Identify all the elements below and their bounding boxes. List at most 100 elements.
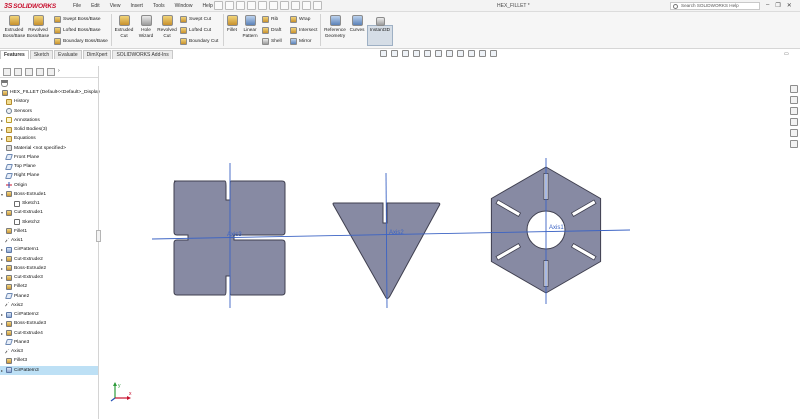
tree-item[interactable]: Top Plane [0, 162, 98, 171]
custom-properties-icon[interactable] [790, 140, 798, 148]
intersect-button[interactable]: Intersect [290, 27, 317, 34]
view-palette-icon[interactable] [790, 118, 798, 126]
expand-toggle-icon[interactable]: ▸ [1, 319, 3, 328]
menu-help[interactable]: Help [202, 3, 212, 9]
mirror-button[interactable]: Mirror [290, 38, 312, 45]
extruded-boss-button[interactable]: Extruded Boss/Base [2, 15, 26, 38]
tree-root[interactable]: HEX_FILLET (Default<<Default>_Display [0, 88, 100, 97]
tree-item[interactable]: Axis3 [0, 347, 98, 356]
minimize-button[interactable]: – [766, 2, 769, 9]
extruded-cut-button[interactable]: Extruded Cut [113, 15, 135, 38]
design-library-icon[interactable] [790, 96, 798, 104]
draft-button[interactable]: Draft [262, 27, 281, 34]
expand-toggle-icon[interactable]: ▸ [1, 329, 3, 338]
appearances-icon[interactable] [790, 129, 798, 137]
save-icon[interactable] [247, 1, 256, 10]
tree-item[interactable]: ▸ Annotations [0, 116, 98, 125]
instant3d-button[interactable]: Instant3D [368, 17, 392, 33]
menu-insert[interactable]: Insert [130, 3, 143, 9]
tree-item[interactable]: ▸ Cut-Extrude2 [0, 255, 98, 264]
help-search-input[interactable]: Search SOLIDWORKS Help [670, 2, 760, 10]
tree-item[interactable]: Axis2 [0, 301, 98, 310]
tree-item[interactable]: Axis1 [0, 236, 98, 245]
expand-toggle-icon[interactable]: ▸ [1, 366, 3, 375]
options-icon[interactable] [313, 1, 322, 10]
curves-button[interactable]: Curves [348, 15, 366, 33]
panel-splitter[interactable] [98, 66, 99, 419]
linear-pattern-button[interactable]: Linear Pattern [240, 15, 260, 38]
propertymanager-tab-icon[interactable] [14, 68, 22, 76]
rebuild-icon[interactable] [291, 1, 300, 10]
expand-toggle-icon[interactable]: ▸ [1, 273, 3, 282]
filter-icon[interactable] [1, 80, 8, 87]
expand-toggle-icon[interactable]: ▸ [1, 116, 3, 125]
tree-item[interactable]: ▸ CirPattern1 [0, 245, 98, 254]
dynamic-annotation-icon[interactable] [424, 50, 431, 57]
boundary-cut-button[interactable]: Boundary Cut [180, 38, 218, 45]
tree-item[interactable]: Material <not specified> [0, 144, 98, 153]
tab-features[interactable]: Features [0, 50, 29, 59]
expand-toggle-icon[interactable]: ▾ [1, 190, 3, 199]
expand-toggle-icon[interactable]: ▸ [1, 245, 3, 254]
graphics-area[interactable]: Axis3 Axis2 Axis1 [100, 60, 790, 419]
tree-item[interactable]: Plane3 [0, 338, 98, 347]
tree-item[interactable]: ▸ Cut-Extrude4 [0, 329, 98, 338]
swept-cut-button[interactable]: Swept Cut [180, 16, 211, 23]
menu-view[interactable]: View [110, 3, 121, 9]
tree-item[interactable]: Sensors [0, 107, 98, 116]
lofted-cut-button[interactable]: Lofted Cut [180, 27, 211, 34]
shell-button[interactable]: Shell [262, 38, 282, 45]
tab-evaluate[interactable]: Evaluate [54, 50, 82, 59]
menu-tools[interactable]: Tools [153, 3, 165, 9]
configurationmanager-tab-icon[interactable] [25, 68, 33, 76]
tree-item[interactable]: ▸ Equations [0, 134, 98, 143]
open-icon[interactable] [236, 1, 245, 10]
tree-item[interactable]: Origin [0, 181, 98, 190]
previous-view-icon[interactable] [402, 50, 409, 57]
tree-item[interactable]: Right Plane [0, 171, 98, 180]
view-settings-icon[interactable] [490, 50, 497, 57]
expand-toggle-icon[interactable]: ▸ [1, 125, 3, 134]
menu-window[interactable]: Window [175, 3, 193, 9]
rib-button[interactable]: Rib [262, 16, 278, 23]
more-tabs-icon[interactable]: › [58, 68, 66, 76]
reference-geometry-button[interactable]: Reference Geometry [322, 15, 348, 38]
revolved-cut-button[interactable]: Revolved Cut [156, 15, 178, 38]
tree-item[interactable]: ▸ Boss-Extrude2 [0, 264, 98, 273]
tab-dimxpert[interactable]: DimXpert [82, 50, 112, 59]
tree-item[interactable]: Front Plane [0, 153, 98, 162]
swept-boss-button[interactable]: Swept Boss/Base [54, 16, 101, 23]
close-button[interactable]: ✕ [787, 2, 792, 9]
tree-item[interactable]: Fillet1 [0, 227, 98, 236]
tree-item[interactable]: Sketch1 [0, 199, 98, 208]
zoom-to-fit-icon[interactable] [380, 50, 387, 57]
apply-scene-icon[interactable] [479, 50, 486, 57]
tab-solidworks-add-ins[interactable]: SOLIDWORKS Add-Ins [112, 50, 173, 59]
tree-item[interactable]: ▾ Cut-Extrude1 [0, 208, 98, 217]
tree-item[interactable]: ▾ Boss-Extrude1 [0, 190, 98, 199]
expand-toggle-icon[interactable]: ▸ [1, 255, 3, 264]
home-icon[interactable] [214, 1, 223, 10]
revolved-boss-button[interactable]: Revolved Boss/Base [26, 15, 50, 38]
tree-item[interactable]: Sketch2 [0, 218, 98, 227]
tree-item[interactable]: Fillet2 [0, 282, 98, 291]
tab-sketch[interactable]: Sketch [29, 50, 54, 59]
file-properties-icon[interactable] [302, 1, 311, 10]
menu-file[interactable]: File [73, 3, 81, 9]
tree-item[interactable]: History [0, 97, 98, 106]
display-style-icon[interactable] [446, 50, 453, 57]
tree-item[interactable]: ▸ CirPattern3 [0, 365, 98, 375]
hole-wizard-button[interactable]: Hole Wizard [136, 15, 156, 38]
select-icon[interactable] [280, 1, 289, 10]
tree-item[interactable]: ▸ Solid Bodies(3) [0, 125, 98, 134]
file-explorer-icon[interactable] [790, 107, 798, 115]
zoom-to-area-icon[interactable] [391, 50, 398, 57]
view-orientation-icon[interactable] [435, 50, 442, 57]
section-view-icon[interactable] [413, 50, 420, 57]
restore-view-icon[interactable]: ▭ [784, 51, 789, 57]
dimxpertmanager-tab-icon[interactable] [36, 68, 44, 76]
expand-toggle-icon[interactable]: ▸ [1, 134, 3, 143]
menu-edit[interactable]: Edit [91, 3, 100, 9]
tree-item[interactable]: ▸ Boss-Extrude3 [0, 319, 98, 328]
featuremanager-tab-icon[interactable] [3, 68, 11, 76]
